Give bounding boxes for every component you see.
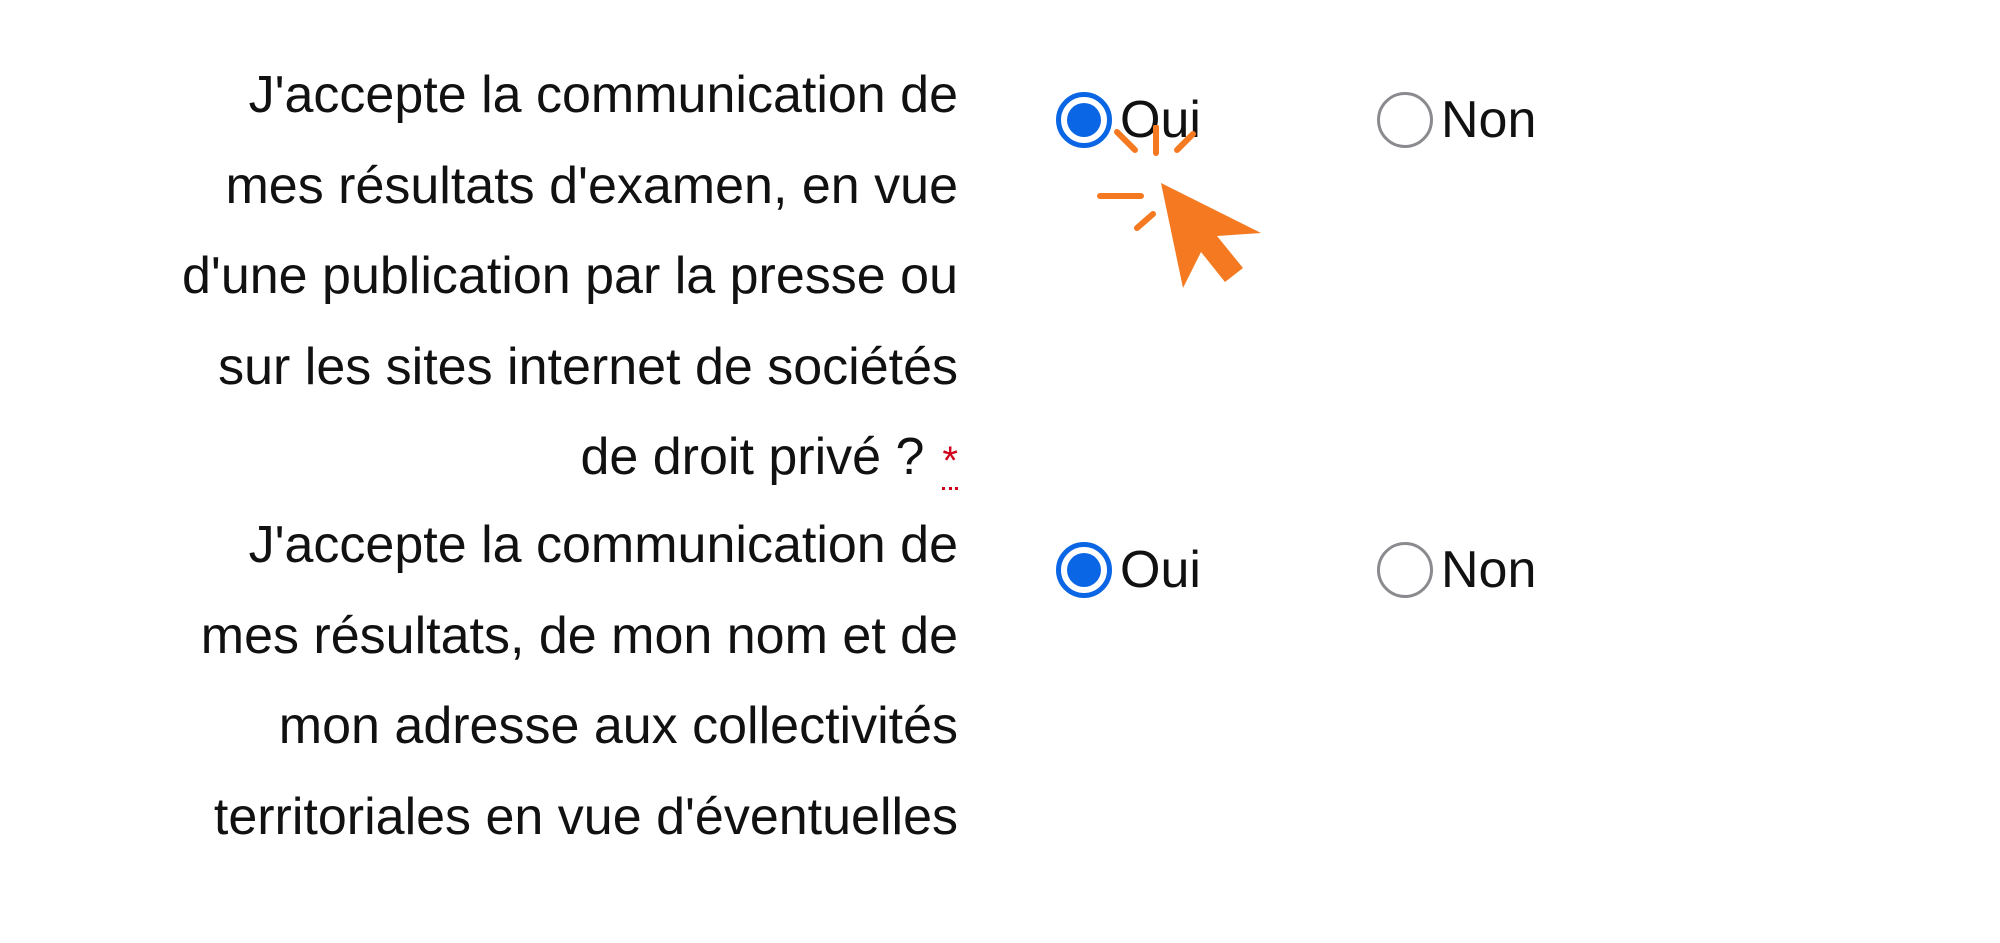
question-label-line: territoriales en vue d'éventuelles [213, 787, 958, 846]
question-label-line: sur les sites internet de sociétés [218, 337, 958, 396]
radio-option-oui[interactable]: Oui [1056, 84, 1201, 156]
radio-button-oui[interactable] [1056, 542, 1112, 598]
question-label-line: mes résultats, de mon nom et de [200, 606, 958, 665]
question-label-line: mon adresse aux collectivités [278, 697, 958, 755]
question-label-line-last: de droit privé ? * [40, 412, 958, 503]
required-marker: * [942, 441, 958, 490]
radio-option-non[interactable]: Non [1377, 84, 1536, 156]
question-label-line: d'une publication par la presse ou [181, 247, 958, 305]
radio-button-non[interactable] [1377, 92, 1433, 148]
radio-option-oui[interactable]: Oui [1056, 534, 1201, 606]
radio-label-non[interactable]: Non [1441, 90, 1536, 150]
radio-label-oui[interactable]: Oui [1120, 90, 1201, 150]
pointer-arrow [1161, 183, 1261, 288]
question-label: J'accepte la communication de mes résult… [40, 50, 958, 503]
question-label: J'accepte la communication de mes résult… [40, 500, 958, 862]
radio-label-oui[interactable]: Oui [1120, 540, 1201, 600]
question-label-line: J'accepte la communication de [248, 516, 958, 574]
radio-button-oui[interactable] [1056, 92, 1112, 148]
radio-button-non[interactable] [1377, 542, 1433, 598]
radio-label-non[interactable]: Non [1441, 540, 1536, 600]
question-label-line: J'accepte la communication de [248, 66, 958, 124]
question-label-text: de droit privé ? [580, 428, 925, 486]
question-label-line: mes résultats d'examen, en vue [225, 156, 958, 215]
radio-option-non[interactable]: Non [1377, 534, 1536, 606]
